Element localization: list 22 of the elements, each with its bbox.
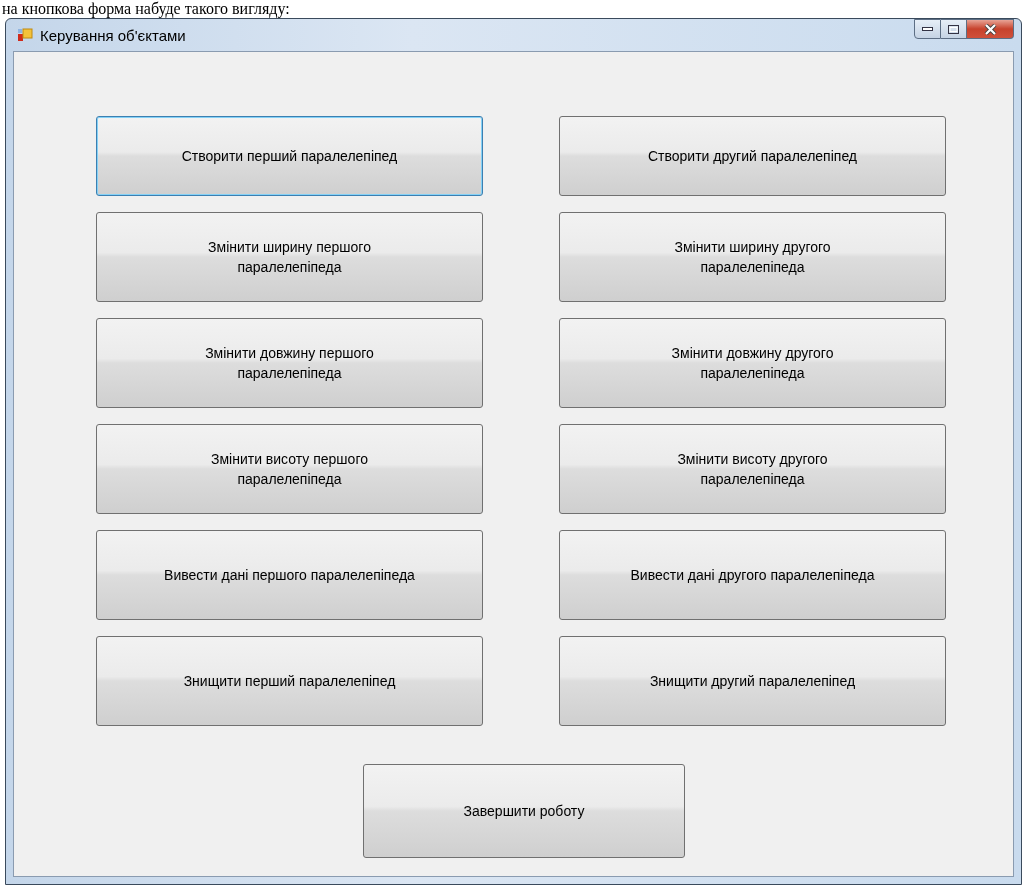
minimize-button[interactable] — [914, 19, 941, 39]
form-button[interactable]: Змінити ширину першого паралелепіпеда — [96, 212, 483, 302]
form-button[interactable]: Вивести дані другого паралелепіпеда — [559, 530, 946, 620]
form-button[interactable]: Вивести дані першого паралелепіпеда — [96, 530, 483, 620]
maximize-button[interactable] — [941, 19, 967, 39]
form-button[interactable]: Змінити висоту першого паралелепіпеда — [96, 424, 483, 514]
maximize-icon — [948, 24, 959, 34]
form-button[interactable]: Створити другий паралелепіпед — [559, 116, 946, 196]
form-button[interactable]: Змінити ширину другого паралелепіпеда — [559, 212, 946, 302]
close-icon — [983, 23, 997, 35]
exit-button[interactable]: Завершити роботу — [363, 764, 685, 858]
close-button[interactable] — [967, 19, 1014, 39]
form-button[interactable]: Змінити висоту другого паралелепіпеда — [559, 424, 946, 514]
minimize-icon — [922, 27, 933, 31]
caption-text: на кнопкова форма набуде такого вигляду: — [2, 0, 290, 17]
form-button[interactable]: Знищити другий паралелепіпед — [559, 636, 946, 726]
form-button[interactable]: Змінити довжину першого паралелепіпеда — [96, 318, 483, 408]
window-title: Керування об'єктами — [40, 26, 187, 44]
form-button[interactable]: Створити перший паралелепіпед — [96, 116, 483, 196]
app-icon — [17, 27, 33, 43]
form-button[interactable]: Знищити перший паралелепіпед — [96, 636, 483, 726]
form-button[interactable]: Змінити довжину другого паралелепіпеда — [559, 318, 946, 408]
